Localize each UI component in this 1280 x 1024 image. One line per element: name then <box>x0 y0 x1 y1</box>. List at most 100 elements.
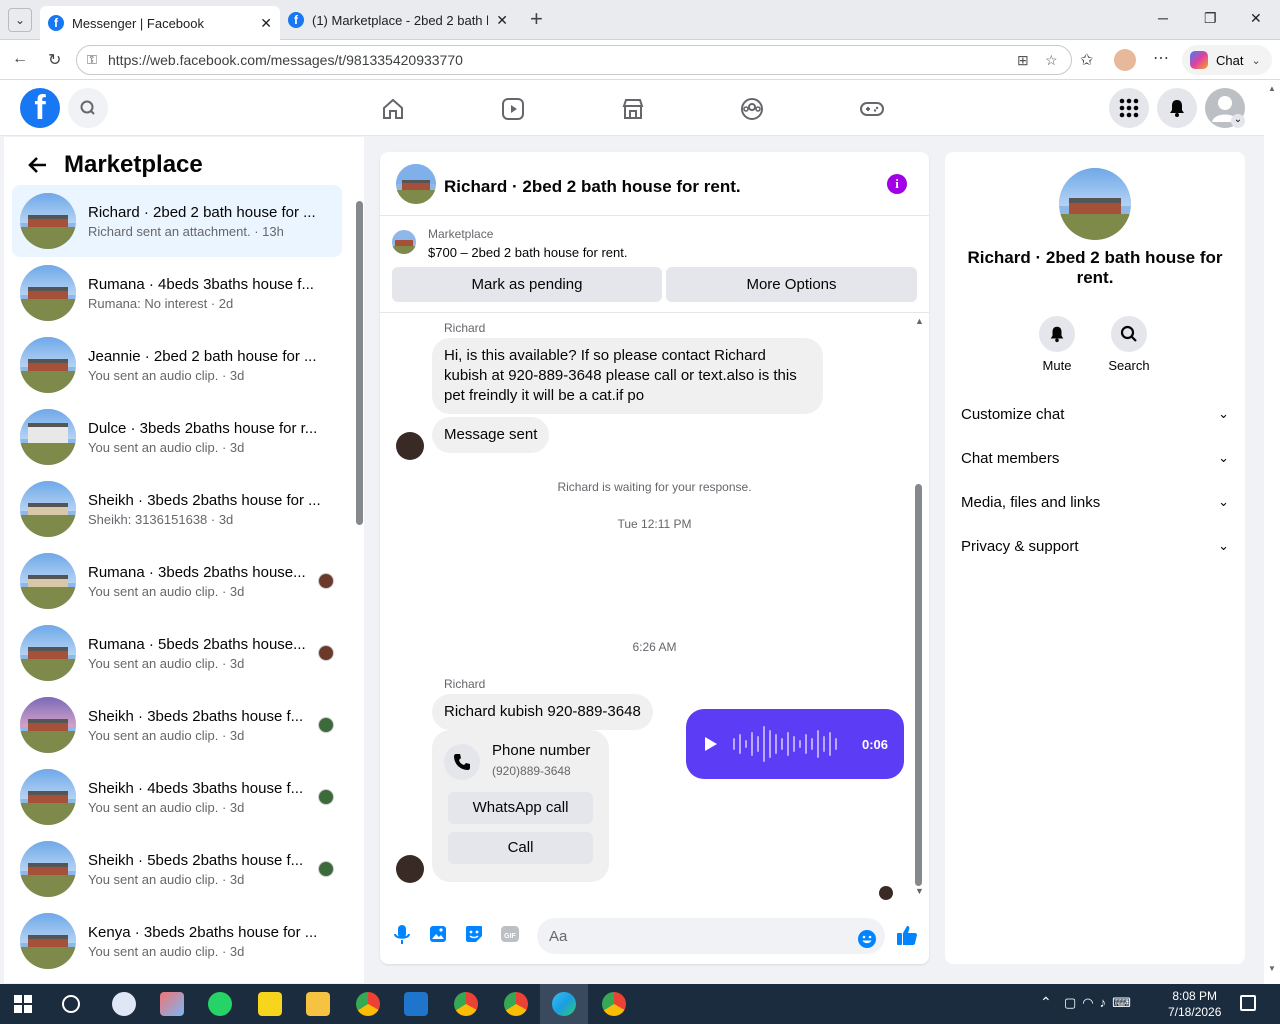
conversation-item[interactable]: Sheikh · 3beds 2baths house for ... Sheik… <box>12 473 342 545</box>
sender-avatar[interactable] <box>396 432 424 460</box>
mark-as-pending-button[interactable]: Mark as pending <box>392 267 662 302</box>
video-icon[interactable] <box>500 96 526 122</box>
conversation-list-scrollbar[interactable] <box>356 201 363 525</box>
search-in-chat-button[interactable]: Search <box>1093 316 1165 373</box>
conversation-item[interactable]: Rumana · 5beds 2baths house... You sent a… <box>12 617 342 689</box>
sticker-icon[interactable] <box>464 924 484 944</box>
info-icon[interactable]: i <box>887 174 907 194</box>
conversation-item[interactable]: Dulce · 3beds 2baths house for r... You s… <box>12 401 342 473</box>
chrome-icon[interactable] <box>602 992 626 1016</box>
message-scrollbar[interactable] <box>915 484 922 886</box>
tab-messenger[interactable]: f Messenger | Facebook ✕ <box>40 6 280 40</box>
tray-overflow-icon[interactable]: ⌃ <box>1040 994 1052 1011</box>
listing-price-title[interactable]: $700 – 2bed 2 bath house for rent. <box>428 245 628 260</box>
audio-clip-message[interactable]: 0:06 <box>686 709 904 779</box>
maximize-icon[interactable]: ❐ <box>1204 10 1217 27</box>
close-window-icon[interactable]: ✕ <box>1250 10 1262 27</box>
app-available-icon[interactable]: ⊞ <box>1017 46 1029 74</box>
gif-icon[interactable]: GIF <box>500 924 520 944</box>
close-tab-icon[interactable]: ✕ <box>260 15 272 32</box>
call-button[interactable]: Call <box>448 832 593 864</box>
conversation-item[interactable]: Rumana · 4beds 3baths house f... Rumana: … <box>12 257 342 329</box>
back-icon[interactable]: ← <box>12 50 28 68</box>
chat-members-section[interactable]: Chat members ⌄ <box>961 436 1229 480</box>
privacy-support-section[interactable]: Privacy & support ⌄ <box>961 524 1229 568</box>
refresh-icon[interactable]: ↻ <box>48 50 61 70</box>
incoming-message[interactable]: Hi, is this available? If so please cont… <box>432 338 823 414</box>
shield-app-icon[interactable] <box>112 992 136 1016</box>
search-button[interactable] <box>68 88 108 128</box>
customize-chat-section[interactable]: Customize chat ⌄ <box>961 392 1229 436</box>
more-menu-icon[interactable]: ⋯ <box>1153 48 1169 68</box>
scroll-up-icon[interactable]: ▲ <box>915 316 924 326</box>
sender-avatar[interactable] <box>396 855 424 883</box>
incoming-message[interactable]: Richard kubish 920-889-3648 <box>432 694 653 730</box>
profile-avatar[interactable] <box>1114 49 1136 71</box>
conversation-name: Rumana · 4beds 3baths house f... <box>88 275 314 293</box>
marketplace-icon[interactable] <box>620 96 646 122</box>
tray-icons[interactable]: ▢◠♪⌨ <box>1064 995 1137 1011</box>
windows-start-icon[interactable] <box>14 995 32 1013</box>
conversation-name: Richard · 2bed 2 bath house for ... <box>88 203 316 221</box>
conversation-item[interactable]: Richard · 2bed 2 bath house for ... Richa… <box>12 185 342 257</box>
sticky-notes-icon[interactable] <box>258 992 282 1016</box>
notifications-button[interactable] <box>1157 88 1197 128</box>
site-info-icon[interactable]: ⚿ <box>87 46 97 74</box>
media-files-links-section[interactable]: Media, files and links ⌄ <box>961 480 1229 524</box>
scroll-up-icon[interactable]: ▲ <box>1268 84 1276 93</box>
incoming-message[interactable]: Message sent <box>432 417 550 453</box>
tab-marketplace[interactable]: f (1) Marketplace - 2bed 2 bath hou ✕ <box>280 6 516 34</box>
minimize-icon[interactable]: ─ <box>1158 10 1168 26</box>
scroll-down-icon[interactable]: ▼ <box>1268 964 1276 973</box>
menu-button[interactable] <box>1109 88 1149 128</box>
message-input[interactable] <box>537 918 885 954</box>
whatsapp-icon[interactable] <box>208 992 232 1016</box>
tab-list-dropdown-icon[interactable]: ⌄ <box>8 8 32 32</box>
scroll-down-icon[interactable]: ▼ <box>915 886 924 896</box>
microphone-icon[interactable] <box>394 924 410 946</box>
favorites-icon[interactable]: ✩ <box>1080 50 1093 70</box>
back-arrow-icon[interactable] <box>26 154 48 176</box>
whatsapp-call-button[interactable]: WhatsApp call <box>448 792 593 824</box>
conversation-item[interactable]: Rumana · 3beds 2baths house... You sent a… <box>12 545 342 617</box>
groups-icon[interactable] <box>739 96 765 122</box>
new-tab-button[interactable]: + <box>530 6 543 32</box>
play-icon[interactable] <box>704 736 718 752</box>
notifications-tray-icon[interactable] <box>1240 995 1256 1011</box>
gaming-icon[interactable] <box>859 96 885 122</box>
pinwheel-app-icon[interactable] <box>160 992 184 1016</box>
listing-thumbnail[interactable] <box>392 230 416 254</box>
conversation-item[interactable]: Kenya · 3beds 2baths house for ... You se… <box>12 905 342 977</box>
seen-avatar <box>318 789 334 805</box>
favorite-star-icon[interactable]: ☆ <box>1045 46 1058 74</box>
bell-icon <box>1050 326 1064 343</box>
home-icon[interactable] <box>380 96 406 122</box>
photo-icon[interactable] <box>429 924 447 944</box>
facebook-logo[interactable]: f <box>20 88 60 128</box>
edge-icon[interactable] <box>552 992 576 1016</box>
emoji-icon[interactable] <box>857 929 877 949</box>
file-explorer-icon[interactable] <box>306 992 330 1016</box>
page-scrollbar[interactable]: ▲ ▼ <box>1264 80 1280 984</box>
close-tab-icon[interactable]: ✕ <box>496 12 508 29</box>
chat-avatar[interactable] <box>396 164 436 204</box>
like-thumb-icon[interactable] <box>896 924 918 946</box>
conversation-item[interactable]: Sheikh · 4beds 3baths house f... You sent… <box>12 761 342 833</box>
conversation-item[interactable]: Sheikh · 5beds 2baths house f... You sent… <box>12 833 342 905</box>
clock[interactable]: 8:08 PM 7/18/2026 <box>1168 988 1221 1020</box>
more-options-button[interactable]: More Options <box>666 267 917 302</box>
account-button[interactable]: ⌄ <box>1205 88 1245 128</box>
chat-title[interactable]: Richard · 2bed 2 bath house for rent. <box>444 177 741 197</box>
media-player-icon[interactable] <box>404 992 428 1016</box>
chat-info-avatar[interactable] <box>1059 168 1131 240</box>
task-view-icon[interactable] <box>62 995 80 1013</box>
conversation-item[interactable]: Jeannie · 2bed 2 bath house for ... You s… <box>12 329 342 401</box>
grid-menu-icon <box>1119 98 1139 118</box>
url-field[interactable]: ⚿ https://web.facebook.com/messages/t/98… <box>76 45 1072 75</box>
conversation-item[interactable]: Sheikh · 3beds 2baths house f... You sent… <box>12 689 342 761</box>
chrome-icon[interactable] <box>504 992 528 1016</box>
chrome-icon[interactable] <box>454 992 478 1016</box>
mute-button[interactable]: Mute <box>1021 316 1093 373</box>
copilot-chat-button[interactable]: Chat ⌄ <box>1182 45 1272 75</box>
chrome-icon[interactable] <box>356 992 380 1016</box>
